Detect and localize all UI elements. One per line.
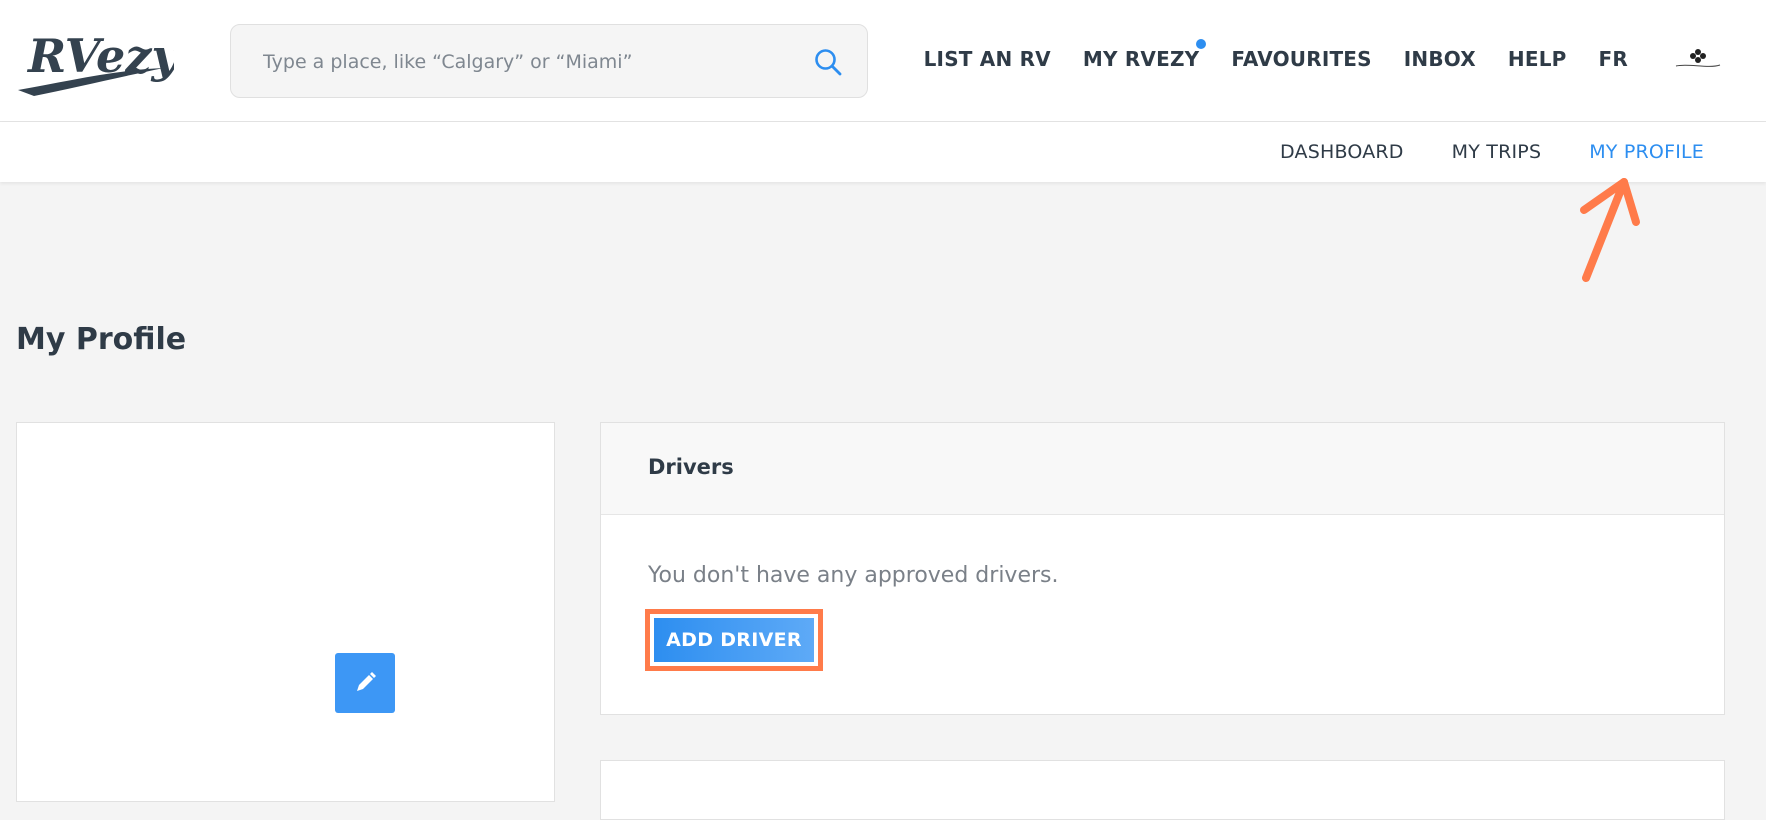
sub-nav: DASHBOARD MY TRIPS MY PROFILE bbox=[0, 122, 1766, 182]
profile-photo-card bbox=[16, 422, 555, 802]
drivers-card: Drivers You don't have any approved driv… bbox=[600, 422, 1725, 715]
nav-inbox[interactable]: INBOX bbox=[1404, 47, 1476, 71]
pencil-icon bbox=[357, 672, 376, 691]
arrow-up-icon bbox=[1580, 178, 1640, 282]
nav-my-rvezy[interactable]: MY RVEZY bbox=[1082, 39, 1207, 71]
nav-list-an-rv[interactable]: LIST AN RV bbox=[924, 47, 1051, 71]
nav-language-fr[interactable]: FR bbox=[1599, 47, 1628, 71]
search-bar bbox=[230, 24, 868, 99]
search-input[interactable] bbox=[261, 25, 805, 99]
next-section-card bbox=[600, 760, 1725, 820]
add-driver-highlight: ADD DRIVER bbox=[645, 609, 823, 671]
subnav-dashboard[interactable]: DASHBOARD bbox=[1280, 141, 1404, 163]
user-avatar[interactable] bbox=[1670, 42, 1726, 76]
edit-photo-button[interactable] bbox=[335, 653, 395, 713]
top-nav: LIST AN RV MY RVEZY FAVOURITES INBOX HEL… bbox=[924, 39, 1766, 76]
header: RVezy LIST AN RV MY RVEZY FAVOURITES INB… bbox=[0, 0, 1766, 122]
drivers-title: Drivers bbox=[648, 455, 734, 479]
search-icon[interactable] bbox=[813, 47, 843, 77]
drivers-header: Drivers bbox=[601, 423, 1724, 515]
drivers-empty-text: You don't have any approved drivers. bbox=[648, 563, 1059, 588]
nav-help[interactable]: HELP bbox=[1508, 47, 1567, 71]
rvezy-logo[interactable]: RVezy bbox=[14, 22, 174, 102]
notification-dot bbox=[1196, 39, 1207, 49]
subnav-my-profile[interactable]: MY PROFILE bbox=[1589, 141, 1704, 163]
add-driver-button[interactable]: ADD DRIVER bbox=[654, 618, 814, 662]
nav-my-rvezy-label: MY RVEZY bbox=[1082, 47, 1200, 71]
page-title: My Profile bbox=[16, 322, 187, 357]
nav-favourites[interactable]: FAVOURITES bbox=[1231, 47, 1371, 71]
subnav-my-trips[interactable]: MY TRIPS bbox=[1452, 141, 1542, 163]
svg-text:RVezy: RVezy bbox=[26, 29, 174, 83]
